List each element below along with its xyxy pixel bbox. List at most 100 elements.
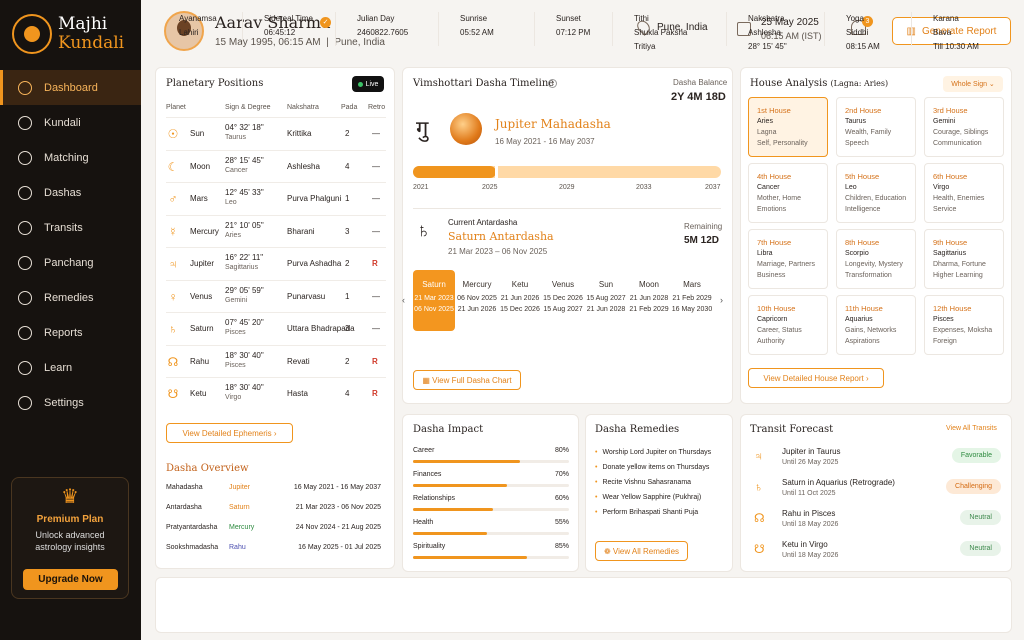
planet-nakshatra: Bharani (287, 226, 315, 236)
prev-arrow-icon[interactable]: ‹ (402, 295, 405, 305)
planet-row[interactable]: ☋ Ketu 18° 30' 40" Virgo Hasta 4 R (166, 377, 386, 409)
cell-planet: Venus (551, 280, 575, 289)
house-system-select[interactable]: Whole Sign ⌄ (943, 76, 1003, 92)
transit-planet-icon: ☋ (754, 542, 765, 556)
house-desc: Marriage, Partners (757, 261, 815, 268)
nav-item-learn[interactable]: Learn (0, 350, 141, 385)
planet-row[interactable]: ☉ Sun 04° 32' 18" Taurus Krittika 2 — (166, 117, 386, 149)
house-cell[interactable]: 10th House Capricorn Career, Status Authori… (748, 295, 828, 355)
house-cell[interactable]: 9th House Sagittarius Dharma, Fortune Highe… (924, 229, 1004, 289)
antardasha-dates: 21 Mar 2023 – 06 Nov 2025 (448, 247, 548, 256)
planet-nakshatra: Revati (287, 356, 310, 366)
antardasha-cell-sun[interactable]: Sun 15 Aug 2027 21 Jun 2028 (585, 270, 627, 331)
impact-row: Career 80% (413, 447, 569, 463)
house-desc: Gains, Networks (845, 327, 897, 334)
nav-item-dashboard[interactable]: Dashboard (0, 70, 141, 105)
overview-key: Mahadasha (166, 484, 203, 491)
nav-item-matching[interactable]: Matching (0, 140, 141, 175)
antardasha-cell-saturn[interactable]: Saturn 21 Mar 2023 06 Nov 2025 (413, 270, 455, 331)
planet-name: Saturn (190, 324, 214, 333)
impact-bar (413, 508, 494, 511)
planet-row[interactable]: ☊ Rahu 18° 30' 40" Pisces Revati 2 R (166, 344, 386, 377)
remaining-value: 5M 12D (684, 235, 720, 246)
nav-item-transits[interactable]: Transits (0, 210, 141, 245)
antardasha-cell-moon[interactable]: Moon 21 Jun 2028 21 Feb 2029 (628, 270, 670, 331)
overview-planet: Saturn (229, 504, 250, 511)
nav-item-dashas[interactable]: Dashas (0, 175, 141, 210)
transit-until: Until 11 Oct 2025 (782, 490, 836, 497)
nav-item-remedies[interactable]: Remedies (0, 280, 141, 315)
planet-retro: — (372, 324, 380, 333)
cell-planet: Mars (683, 280, 701, 289)
moon-icon: ☾ (167, 159, 179, 174)
house-cell[interactable]: 1st House Aries Lagna Self, Personality (748, 97, 828, 157)
house-number: 6th House (933, 172, 968, 181)
cell-start: 21 Jun 2026 (500, 295, 540, 302)
house-desc: Health, Enemies (933, 195, 985, 202)
house-cell[interactable]: 11th House Aquarius Gains, Networks Aspirat… (836, 295, 916, 355)
cell-planet: Moon (638, 280, 659, 289)
cell-start: 15 Aug 2027 (586, 295, 626, 302)
planet-pada: 1 (345, 194, 350, 203)
impact-label: Relationships (413, 495, 456, 502)
house-cell[interactable]: 7th House Libra Marriage, Partners Business (748, 229, 828, 289)
antardasha-cell-mercury[interactable]: Mercury 06 Nov 2025 21 Jun 2026 (456, 270, 498, 331)
cell-planet: Mercury (462, 280, 492, 289)
view-house-report-button[interactable]: View Detailed House Report › (748, 368, 884, 388)
house-number: 10th House (757, 304, 796, 313)
mahadasha-dates: 16 May 2021 - 16 May 2037 (495, 137, 595, 146)
dasha-balance-label: Dasha Balance (673, 78, 728, 87)
panchang-key: Sidereal Time (264, 14, 313, 23)
view-all-remedies-button[interactable]: ❁ View All Remedies (595, 541, 688, 561)
upgrade-button[interactable]: Upgrade Now (23, 569, 118, 590)
cell-end: 21 Jun 2028 (586, 306, 626, 313)
house-cell[interactable]: 8th House Scorpio Longevity, Mystery Transf… (836, 229, 916, 289)
panchang-value: Lahiri (179, 28, 199, 37)
antardasha-cell-venus[interactable]: Venus 15 Dec 2026 15 Aug 2027 (542, 270, 584, 331)
planet-row[interactable]: ♄ Saturn 07° 45' 20" Pisces Uttara Bhadrapad… (166, 312, 386, 344)
house-number: 7th House (757, 238, 792, 247)
planet-row[interactable]: ♂ Mars 12° 45' 33" Leo Purva Phalguni 1 — (166, 182, 386, 214)
panchang-key: Nakshatra (748, 14, 785, 23)
house-cell[interactable]: 2nd House Taurus Wealth, Family Speech (836, 97, 916, 157)
transit-status-badge: Favorable (951, 448, 1001, 463)
overview-key: Sookshmadasha (166, 544, 219, 551)
transit-row[interactable]: ♄ Saturn in Aquarius (Retrograde) Until 11… (752, 474, 1005, 504)
nav-item-reports[interactable]: Reports (0, 315, 141, 350)
live-dot-icon (357, 81, 363, 87)
nav-item-kundali[interactable]: Kundali (0, 105, 141, 140)
brand-logo[interactable]: Majhi Kundali (12, 14, 124, 54)
house-cell[interactable]: 4th House Cancer Mother, Home Emotions (748, 163, 828, 223)
planet-degree: 29° 05' 59" Gemini (225, 285, 264, 304)
live-badge[interactable]: Live (352, 76, 384, 92)
planet-retro: R (372, 259, 378, 268)
view-all-transits-link[interactable]: View All Transits (946, 425, 997, 432)
panchang-item-sidereal-time: Sidereal Time 06:45:12 (264, 12, 313, 40)
planet-row[interactable]: ☾ Moon 28° 15' 45" Cancer Ashlesha 4 — (166, 149, 386, 182)
crown-icon: ♛ (61, 486, 79, 508)
nav-label: Transits (44, 221, 83, 234)
next-arrow-icon[interactable]: › (720, 295, 723, 305)
planet-name: Ketu (190, 389, 207, 398)
planet-row[interactable]: ♃ Jupiter 16° 22' 11" Sagittarius Purva Asha… (166, 247, 386, 279)
antardasha-cell-ketu[interactable]: Ketu 21 Jun 2026 15 Dec 2026 (499, 270, 541, 331)
planet-row[interactable]: ☿ Mercury 21° 10' 05" Aries Bharani 3 — (166, 214, 386, 247)
panchang-value: Bava (933, 28, 952, 37)
house-cell[interactable]: 6th House Virgo Health, Enemies Service (924, 163, 1004, 223)
house-cell[interactable]: 5th House Leo Children, Education Intellige… (836, 163, 916, 223)
info-icon[interactable]: i (548, 79, 557, 88)
transit-row[interactable]: ♃ Jupiter in Taurus Until 26 May 2025 Favor… (752, 443, 1005, 473)
impact-label: Spirituality (413, 543, 446, 550)
nav-item-settings[interactable]: Settings (0, 385, 141, 420)
transit-row[interactable]: ☋ Ketu in Virgo Until 18 May 2026 Neutral (752, 536, 1005, 566)
nav-item-panchang[interactable]: Panchang (0, 245, 141, 280)
house-cell[interactable]: 12th House Pisces Expenses, Moksha Foreign (924, 295, 1004, 355)
view-ephemeris-button[interactable]: View Detailed Ephemeris › (166, 423, 293, 443)
view-full-dasha-button[interactable]: ▦ View Full Dasha Chart (413, 370, 521, 390)
reports-icon (18, 325, 32, 340)
antardasha-cell-mars[interactable]: Mars 21 Feb 2029 16 May 2030 (671, 270, 713, 331)
planet-row[interactable]: ♀ Venus 29° 05' 59" Gemini Punarvasu 1 — (166, 279, 386, 312)
transit-row[interactable]: ☊ Rahu in Pisces Until 18 May 2026 Neutral (752, 505, 1005, 535)
house-cell[interactable]: 3rd House Gemini Courage, Siblings Communic… (924, 97, 1004, 157)
impact-bar (413, 532, 487, 535)
